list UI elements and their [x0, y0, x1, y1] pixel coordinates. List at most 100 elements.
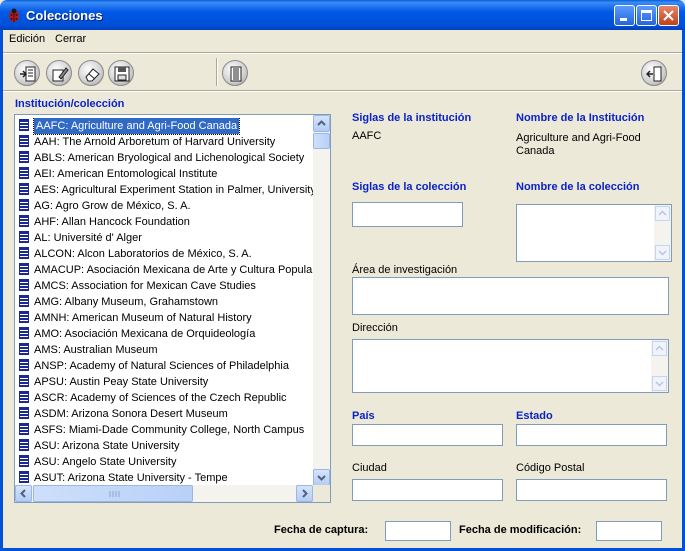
save-button[interactable]: [108, 60, 134, 86]
estado-input[interactable]: [516, 424, 667, 446]
building-icon: [19, 119, 29, 131]
codigo-postal-label: Código Postal: [516, 462, 585, 474]
maximize-icon: [641, 10, 652, 21]
list-item[interactable]: AG: Agro Grow de México, S. A.: [15, 198, 313, 214]
exit-button[interactable]: [641, 60, 667, 86]
direccion-textarea[interactable]: [352, 339, 669, 393]
list-item-label: AHF: Allan Hancock Foundation: [34, 216, 190, 228]
list-item[interactable]: AEI: American Entomological Institute: [15, 166, 313, 182]
list-item[interactable]: ANSP: Academy of Natural Sciences of Phi…: [15, 358, 313, 374]
edit-record-button[interactable]: [46, 60, 72, 86]
building-icon: [19, 327, 29, 339]
window-title: Colecciones: [26, 8, 103, 23]
toolbar-top-divider: [3, 52, 682, 54]
fecha-modificacion-input[interactable]: [596, 521, 662, 541]
add-record-icon: [20, 66, 36, 82]
scroll-down-button[interactable]: [655, 245, 670, 260]
title-bar[interactable]: Colecciones: [0, 0, 685, 30]
building-icon: [19, 439, 29, 451]
list-item[interactable]: AMCS: Association for Mexican Cave Studi…: [15, 278, 313, 294]
scroll-left-button[interactable]: [15, 485, 32, 502]
ciudad-input[interactable]: [352, 479, 503, 501]
building-icon: [19, 215, 29, 227]
menu-edicion[interactable]: Edición: [9, 33, 45, 45]
erase-record-button[interactable]: [78, 60, 104, 86]
area-input[interactable]: [352, 277, 669, 315]
scroll-down-button[interactable]: [313, 469, 330, 486]
pais-input[interactable]: [352, 424, 503, 446]
list-item-label: AAFC: Agriculture and Agri-Food Canada: [32, 118, 241, 135]
list-item[interactable]: AL: Université d' Alger: [15, 230, 313, 246]
building-icon: [19, 167, 29, 179]
list-item-label: ANSP: Academy of Natural Sciences of Phi…: [34, 360, 289, 372]
institution-collection-list[interactable]: AAFC: Agriculture and Agri-Food Canada AA…: [14, 114, 331, 503]
direccion-label: Dirección: [352, 322, 398, 334]
list-item[interactable]: APSU: Austin Peay State University: [15, 374, 313, 390]
add-record-button[interactable]: [14, 60, 40, 86]
list-item[interactable]: AMACUP: Asociación Mexicana de Arte y Cu…: [15, 262, 313, 278]
list-item[interactable]: ASFS: Miami-Dade Community College, Nort…: [15, 422, 313, 438]
building-icon: [19, 375, 29, 387]
scroll-down-button[interactable]: [652, 376, 667, 391]
list-item-label: ASUT: Arizona State University - Tempe: [34, 472, 228, 484]
fecha-captura-label: Fecha de captura:: [274, 524, 369, 536]
list-item[interactable]: AMG: Albany Museum, Grahamstown: [15, 294, 313, 310]
arrow-up-icon: [658, 210, 667, 216]
institution-button[interactable]: [222, 60, 248, 86]
list-item[interactable]: AES: Agricultural Experiment Station in …: [15, 182, 313, 198]
list-item[interactable]: ASDM: Arizona Sonora Desert Museum: [15, 406, 313, 422]
list-item[interactable]: AMNH: American Museum of Natural History: [15, 310, 313, 326]
list-vertical-scrollbar[interactable]: [313, 115, 330, 486]
list-hscroll-thumb[interactable]: [33, 485, 193, 502]
list-item[interactable]: ASCR: Academy of Sciences of the Czech R…: [15, 390, 313, 406]
list-item-label: ASFS: Miami-Dade Community College, Nort…: [34, 424, 305, 436]
arrow-down-icon: [655, 381, 664, 387]
minimize-button[interactable]: [614, 5, 635, 26]
building-icon: [19, 391, 29, 403]
list-item[interactable]: ASUT: Arizona State University - Tempe: [15, 470, 313, 486]
nombre-coleccion-textarea[interactable]: [516, 204, 672, 262]
menu-cerrar[interactable]: Cerrar: [55, 33, 86, 45]
codigo-postal-input[interactable]: [516, 479, 667, 501]
scroll-up-button[interactable]: [652, 341, 667, 356]
close-button[interactable]: [658, 5, 679, 26]
list-item-label: AES: Agricultural Experiment Station in …: [34, 184, 313, 196]
nombre-institucion-label: Nombre de la Institución: [516, 112, 645, 124]
list-item[interactable]: ASU: Arizona State University: [15, 438, 313, 454]
scroll-corner: [313, 485, 330, 502]
list-item-label: ASU: Angelo State University: [34, 456, 177, 468]
scroll-up-button[interactable]: [313, 115, 330, 132]
list-item[interactable]: AMS: Australian Museum: [15, 342, 313, 358]
direccion-scrollbar[interactable]: [651, 340, 668, 392]
nombre-coleccion-scrollbar[interactable]: [654, 205, 671, 261]
arrow-up-icon: [655, 345, 664, 351]
list-item[interactable]: ALCON: Alcon Laboratorios de México, S. …: [15, 246, 313, 262]
fecha-captura-input[interactable]: [385, 521, 451, 541]
siglas-institucion-value: AAFC: [352, 130, 382, 142]
list-item-label: ABLS: American Bryological and Lichenolo…: [34, 152, 305, 164]
maximize-button[interactable]: [636, 5, 657, 26]
list-scroll-thumb[interactable]: [313, 133, 330, 149]
ciudad-label: Ciudad: [352, 462, 387, 474]
list-heading: Institución/colección: [15, 98, 125, 110]
fecha-modificacion-label: Fecha de modificación:: [459, 524, 582, 536]
list-item[interactable]: ABLS: American Bryological and Lichenolo…: [15, 150, 313, 166]
building-icon: [19, 455, 29, 467]
list-horizontal-scrollbar[interactable]: [15, 485, 313, 502]
scroll-right-button[interactable]: [296, 485, 313, 502]
list-item[interactable]: ASU: Angelo State University: [15, 454, 313, 470]
minimize-icon: [620, 18, 627, 21]
list-item[interactable]: AAFC: Agriculture and Agri-Food Canada: [15, 118, 313, 135]
window-frame-left: [0, 30, 3, 551]
menu-bar: Edición Cerrar: [3, 30, 682, 50]
scroll-up-button[interactable]: [655, 206, 670, 221]
list-item[interactable]: AHF: Allan Hancock Foundation: [15, 214, 313, 230]
list-item[interactable]: AAH: The Arnold Arboretum of Harvard Uni…: [15, 134, 313, 150]
list-item-label: AMG: Albany Museum, Grahamstown: [34, 296, 219, 308]
list-item[interactable]: AMO: Asociación Mexicana de Orquideologí…: [15, 326, 313, 342]
siglas-coleccion-input[interactable]: [352, 202, 463, 227]
building-icon: [19, 311, 29, 323]
list-item-label: AMO: Asociación Mexicana de Orquideologí…: [34, 328, 256, 340]
siglas-coleccion-label: Siglas de la colección: [352, 181, 467, 193]
app-bug-icon: [9, 8, 19, 22]
